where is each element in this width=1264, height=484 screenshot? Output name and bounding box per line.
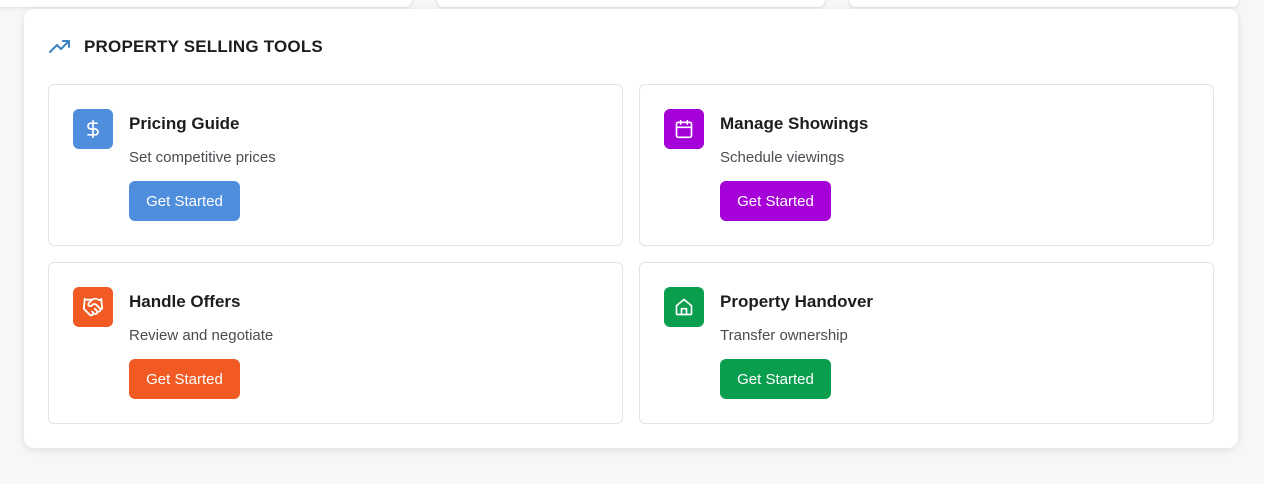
handshake-icon	[73, 287, 113, 327]
calendar-icon	[664, 109, 704, 149]
top-card-2	[436, 0, 826, 8]
home-icon	[664, 287, 704, 327]
tool-card-property-handover: Property Handover Transfer ownership Get…	[639, 262, 1214, 424]
get-started-button[interactable]: Get Started	[720, 359, 831, 399]
tool-description: Transfer ownership	[720, 327, 848, 344]
tool-card-handle-offers: Handle Offers Review and negotiate Get S…	[48, 262, 623, 424]
tool-title: Manage Showings	[720, 114, 869, 133]
panel-title: PROPERTY SELLING TOOLS	[84, 37, 323, 56]
dollar-icon	[73, 109, 113, 149]
tool-title: Handle Offers	[129, 292, 241, 311]
tool-title: Property Handover	[720, 292, 874, 311]
tool-description: Schedule viewings	[720, 149, 845, 166]
top-card-3	[848, 0, 1240, 8]
trending-up-icon	[48, 35, 72, 59]
selling-tools-panel: PROPERTY SELLING TOOLS Pricing Guide Set…	[24, 9, 1238, 448]
panel-header: PROPERTY SELLING TOOLS	[48, 35, 323, 59]
get-started-button[interactable]: Get Started	[129, 359, 240, 399]
tool-description: Review and negotiate	[129, 327, 274, 344]
tool-description: Set competitive prices	[129, 149, 276, 166]
tool-card-manage-showings: Manage Showings Schedule viewings Get St…	[639, 84, 1214, 246]
get-started-button[interactable]: Get Started	[129, 181, 240, 221]
top-card-1	[0, 0, 413, 8]
get-started-button[interactable]: Get Started	[720, 181, 831, 221]
tool-title: Pricing Guide	[129, 114, 240, 133]
tool-card-pricing-guide: Pricing Guide Set competitive prices Get…	[48, 84, 623, 246]
